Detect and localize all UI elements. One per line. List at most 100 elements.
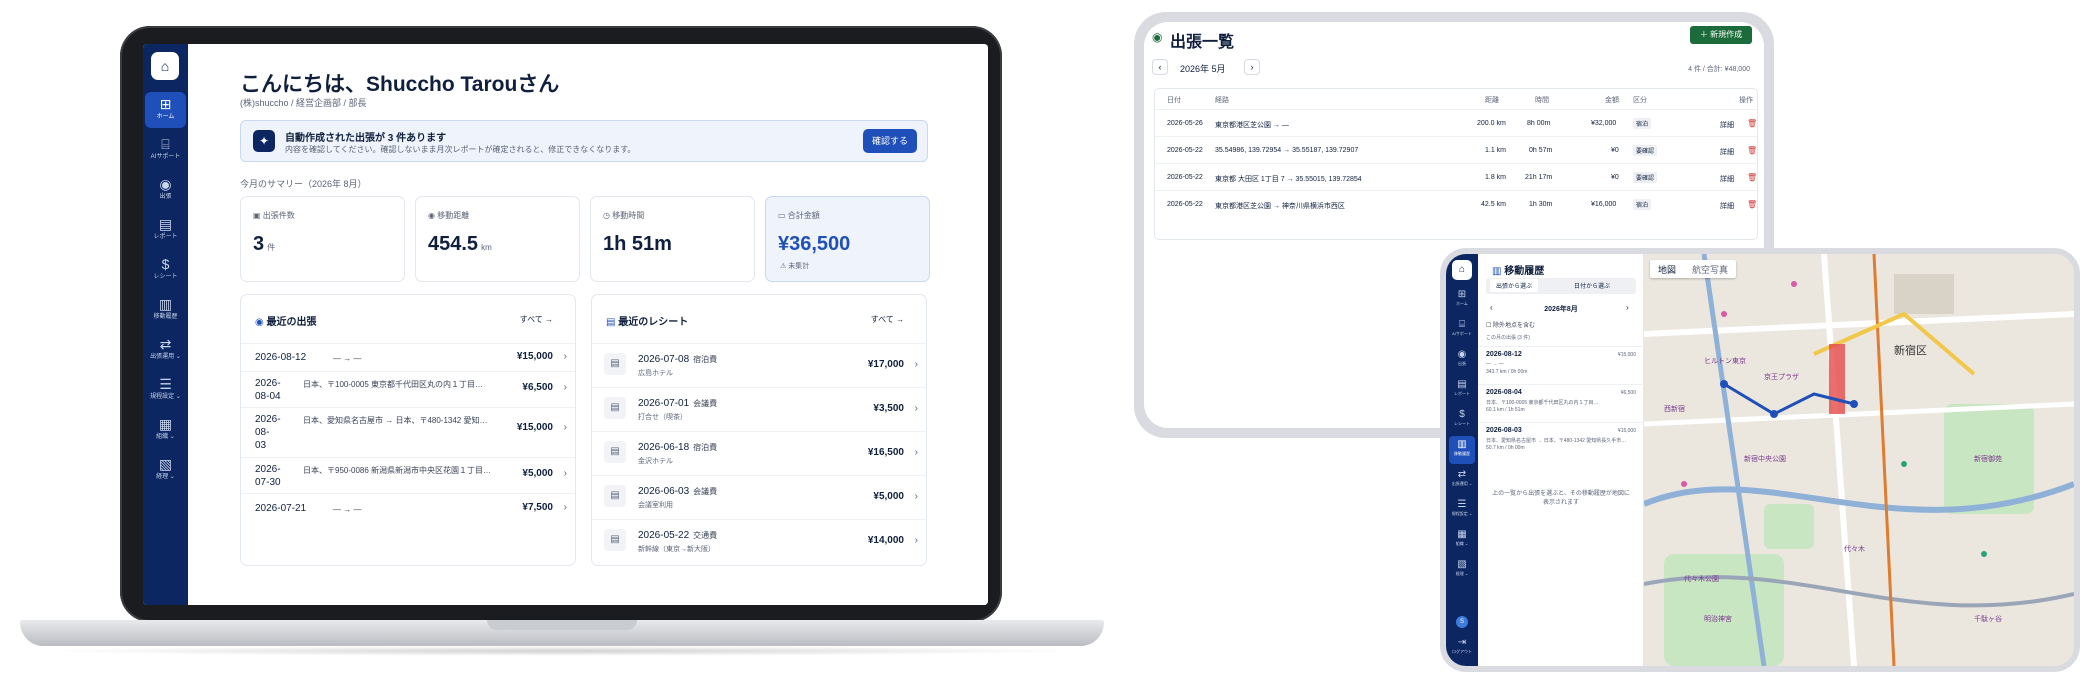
- map-view[interactable]: 地図 航空写真 新宿区 ヒルトン東京 新宿御苑 代々木 明治神宮 京王プラザ 新宿…: [1644, 254, 2074, 666]
- sidebar-item-org[interactable]: ▦ 組織 ⌄: [145, 412, 186, 448]
- status-badge: 要確認: [1633, 172, 1658, 183]
- banner-title: 自動作成された出張が 3 件あります: [285, 133, 447, 144]
- avatar[interactable]: S: [1456, 616, 1468, 628]
- page-title: こんにちは、Shuccho Tarouさん: [240, 73, 560, 96]
- sidebar-item-home[interactable]: ⊞ ホーム: [145, 92, 186, 128]
- list-item[interactable]: 2026-08-04 ¥6,500 日本、〒100-0005 東京都千代田区丸の…: [1478, 384, 1644, 422]
- col-header: 区分: [1633, 97, 1647, 104]
- seg-by-trip[interactable]: 出張から選ぶ: [1490, 279, 1539, 292]
- list-item[interactable]: 2026-08-03 ¥15,000 日本、愛知県名古屋市 → 日本、〒480-…: [1478, 422, 1644, 460]
- unaggregated-note: ⚠ 未集計: [780, 263, 810, 270]
- receipt-icon: $: [1459, 409, 1465, 420]
- table-row[interactable]: 2026-05-22 東京都港区芝公園 → 神奈川県横浜市西区 42.5 km …: [1155, 190, 1757, 217]
- auto-trip-banner: ✦ 自動作成された出張が 3 件あります 内容を確認してください。確認しないまま…: [240, 120, 928, 162]
- map-label: ヒルトン東京: [1704, 358, 1746, 365]
- map-icon: ▥: [1492, 266, 1505, 277]
- pin-icon: ◉: [255, 317, 267, 328]
- trip-row[interactable]: 2026- 08-04 日本、〒100-0005 東京都千代田区丸の内１丁目… …: [241, 371, 575, 407]
- sidebar-item-reports[interactable]: ▤ レポート: [145, 212, 186, 248]
- robot-icon: ⌸: [161, 136, 170, 152]
- tab-satellite[interactable]: 航空写真: [1684, 261, 1736, 279]
- sidebar-item-accounting[interactable]: ▧ 経理 ⌄: [1449, 556, 1475, 584]
- receipt-row[interactable]: ▤ 2026-07-01 会議費 打合せ（喫茶） ¥3,500 ›: [592, 387, 926, 429]
- pin-icon: ◉: [159, 176, 172, 192]
- confirm-button[interactable]: 確認する: [863, 129, 917, 153]
- list-item[interactable]: 2026-08-12 ¥15,000 — → — 343.7 km / 0h 0…: [1478, 346, 1644, 384]
- sidebar-item-ai-support[interactable]: ⌸ AIサポート: [145, 132, 186, 168]
- sidebar-item-movement-history[interactable]: ▥ 移動履歴: [1449, 436, 1475, 464]
- recent-trips-panel: ◉ 最近の出張 すべて → 2026-08-12 — → — ¥15,000 ›…: [240, 294, 576, 566]
- grid-icon: ⊞: [1457, 289, 1467, 300]
- sidebar-item-policy[interactable]: ☰ 規程設定 ⌄: [145, 372, 186, 408]
- trash-icon[interactable]: 🗑: [1747, 173, 1757, 182]
- status-badge: 宿泊: [1633, 199, 1652, 210]
- sidebar-item-ai-support[interactable]: ⌸ AIサポート: [1449, 316, 1475, 344]
- detail-link[interactable]: 詳細: [1720, 201, 1734, 211]
- building-icon: ▦: [1457, 529, 1467, 540]
- panel-title: 最近の出張: [266, 317, 317, 328]
- trash-icon[interactable]: 🗑: [1747, 200, 1757, 209]
- sidebar-item-receipts[interactable]: $ レシート: [145, 252, 186, 288]
- stat-duration: ◷ 移動時間 1h 51m: [590, 196, 755, 282]
- movement-history-screen: ⌂ ⊞ ホーム ⌸ AIサポート ◉ 出張 ▤ レポート $ レシート ▥ 移動履歴 ⇄ 出張…: [1446, 254, 2074, 666]
- receipt-row[interactable]: ▤ 2026-06-18 宿泊費 金沢ホテル ¥16,500 ›: [592, 431, 926, 473]
- next-month-button[interactable]: ›: [1244, 59, 1260, 75]
- receipt-icon: ▤: [604, 441, 626, 463]
- trash-icon[interactable]: 🗑: [1747, 119, 1757, 128]
- sidebar-item-policy[interactable]: ☰ 規程設定 ⌄: [1449, 496, 1475, 524]
- trip-row[interactable]: 2026- 07-30 日本、〒950-0086 新潟県新潟市中央区花園１丁目……: [241, 457, 575, 493]
- trash-icon[interactable]: 🗑: [1747, 146, 1757, 155]
- seg-by-date[interactable]: 日付から選ぶ: [1574, 281, 1610, 290]
- app-logo[interactable]: ⌂: [151, 52, 179, 80]
- clock-icon: ◷: [603, 211, 613, 220]
- tab-map[interactable]: 地図: [1650, 261, 1684, 279]
- col-header: 日付: [1167, 97, 1181, 104]
- app-logo[interactable]: ⌂: [1452, 260, 1472, 280]
- table-row[interactable]: 2026-05-22 35.54986, 139.72954 → 35.5518…: [1155, 136, 1757, 163]
- prev-month-button[interactable]: ‹: [1152, 59, 1168, 75]
- pin-icon: ◉: [428, 211, 438, 220]
- sidebar-item-trip-ops[interactable]: ⇄ 出張運用 ⌄: [145, 332, 186, 368]
- sidebar: ⌂ ⊞ ホーム ⌸ AIサポート ◉ 出張 ▤ レポート $ レシート ▥ 移動履歴 ⇄ 出張…: [143, 44, 188, 605]
- pin-icon: ◉: [1457, 349, 1467, 360]
- receipt-row[interactable]: ▤ 2026-06-03 会議費 会議室利用 ¥5,000 ›: [592, 475, 926, 517]
- trip-row[interactable]: 2026-08-12 — → — ¥15,000 ›: [241, 343, 575, 371]
- checkbox-label: 除外地点を含む: [1493, 323, 1536, 329]
- detail-link[interactable]: 詳細: [1720, 120, 1734, 130]
- sidebar-item-home[interactable]: ⊞ ホーム: [1449, 286, 1475, 314]
- checkbox[interactable]: ☐: [1486, 323, 1493, 329]
- col-header: 時間: [1535, 97, 1549, 104]
- table-row[interactable]: 2026-05-26 東京都港区芝公園 → — 200.0 km 8h 00m …: [1155, 109, 1757, 136]
- see-all-link[interactable]: すべて →: [871, 314, 904, 325]
- receipt-row[interactable]: ▤ 2026-07-08 宿泊費 広島ホテル ¥17,000 ›: [592, 343, 926, 385]
- detail-link[interactable]: 詳細: [1720, 147, 1734, 157]
- receipt-row[interactable]: ▤ 2026-05-22 交通費 新幹線（東京→新大阪） ¥14,000 ›: [592, 519, 926, 561]
- sidebar-item-movement-history[interactable]: ▥ 移動履歴: [145, 292, 186, 328]
- sidebar-item-org[interactable]: ▦ 組織 ⌄: [1449, 526, 1475, 554]
- trip-count-label: この月の出張 (3 件): [1486, 335, 1530, 341]
- stat-label: 合計金額: [787, 211, 820, 220]
- history-panel: ▥ 移動履歴 出張から選ぶ 日付から選ぶ ‹ 2026年8月 › ☐ 除外地点を…: [1478, 254, 1644, 666]
- sidebar-item-receipts[interactable]: $ レシート: [1449, 406, 1475, 434]
- map-label: 明治神宮: [1704, 616, 1732, 623]
- sidebar-item-trips[interactable]: ◉ 出張: [1449, 346, 1475, 374]
- sidebar-item-trip-ops[interactable]: ⇄ 出張運用 ⌄: [1449, 466, 1475, 494]
- logout-button[interactable]: ⇥ ログアウト: [1449, 634, 1475, 662]
- sidebar-item-reports[interactable]: ▤ レポート: [1449, 376, 1475, 404]
- pin-icon: ◉: [1152, 30, 1163, 44]
- map-label: 新宿中央公園: [1744, 456, 1786, 463]
- new-trip-button[interactable]: ＋ 新規作成: [1690, 26, 1752, 44]
- see-all-link[interactable]: すべて →: [520, 314, 553, 325]
- org-breadcrumb: (株)shuccho / 経営企画部 / 部長: [240, 98, 367, 108]
- next-month-button[interactable]: ›: [1626, 303, 1629, 312]
- trip-row[interactable]: 2026-07-21 — → — ¥7,500 ›: [241, 493, 575, 523]
- sidebar-item-accounting[interactable]: ▧ 経理 ⌄: [145, 452, 186, 488]
- col-header: 金額: [1605, 97, 1619, 104]
- map-background: [1644, 254, 2074, 666]
- trip-row[interactable]: 2026- 08- 03 日本、愛知県名古屋市 → 日本、〒480-1342 愛…: [241, 407, 575, 457]
- sidebar-item-trips[interactable]: ◉ 出張: [145, 172, 186, 208]
- col-header: 距離: [1485, 97, 1499, 104]
- detail-link[interactable]: 詳細: [1720, 174, 1734, 184]
- table-row[interactable]: 2026-05-22 東京都 大田区 1丁目 7 → 35.55015, 139…: [1155, 163, 1757, 190]
- stat-value: ¥36,500: [778, 233, 851, 255]
